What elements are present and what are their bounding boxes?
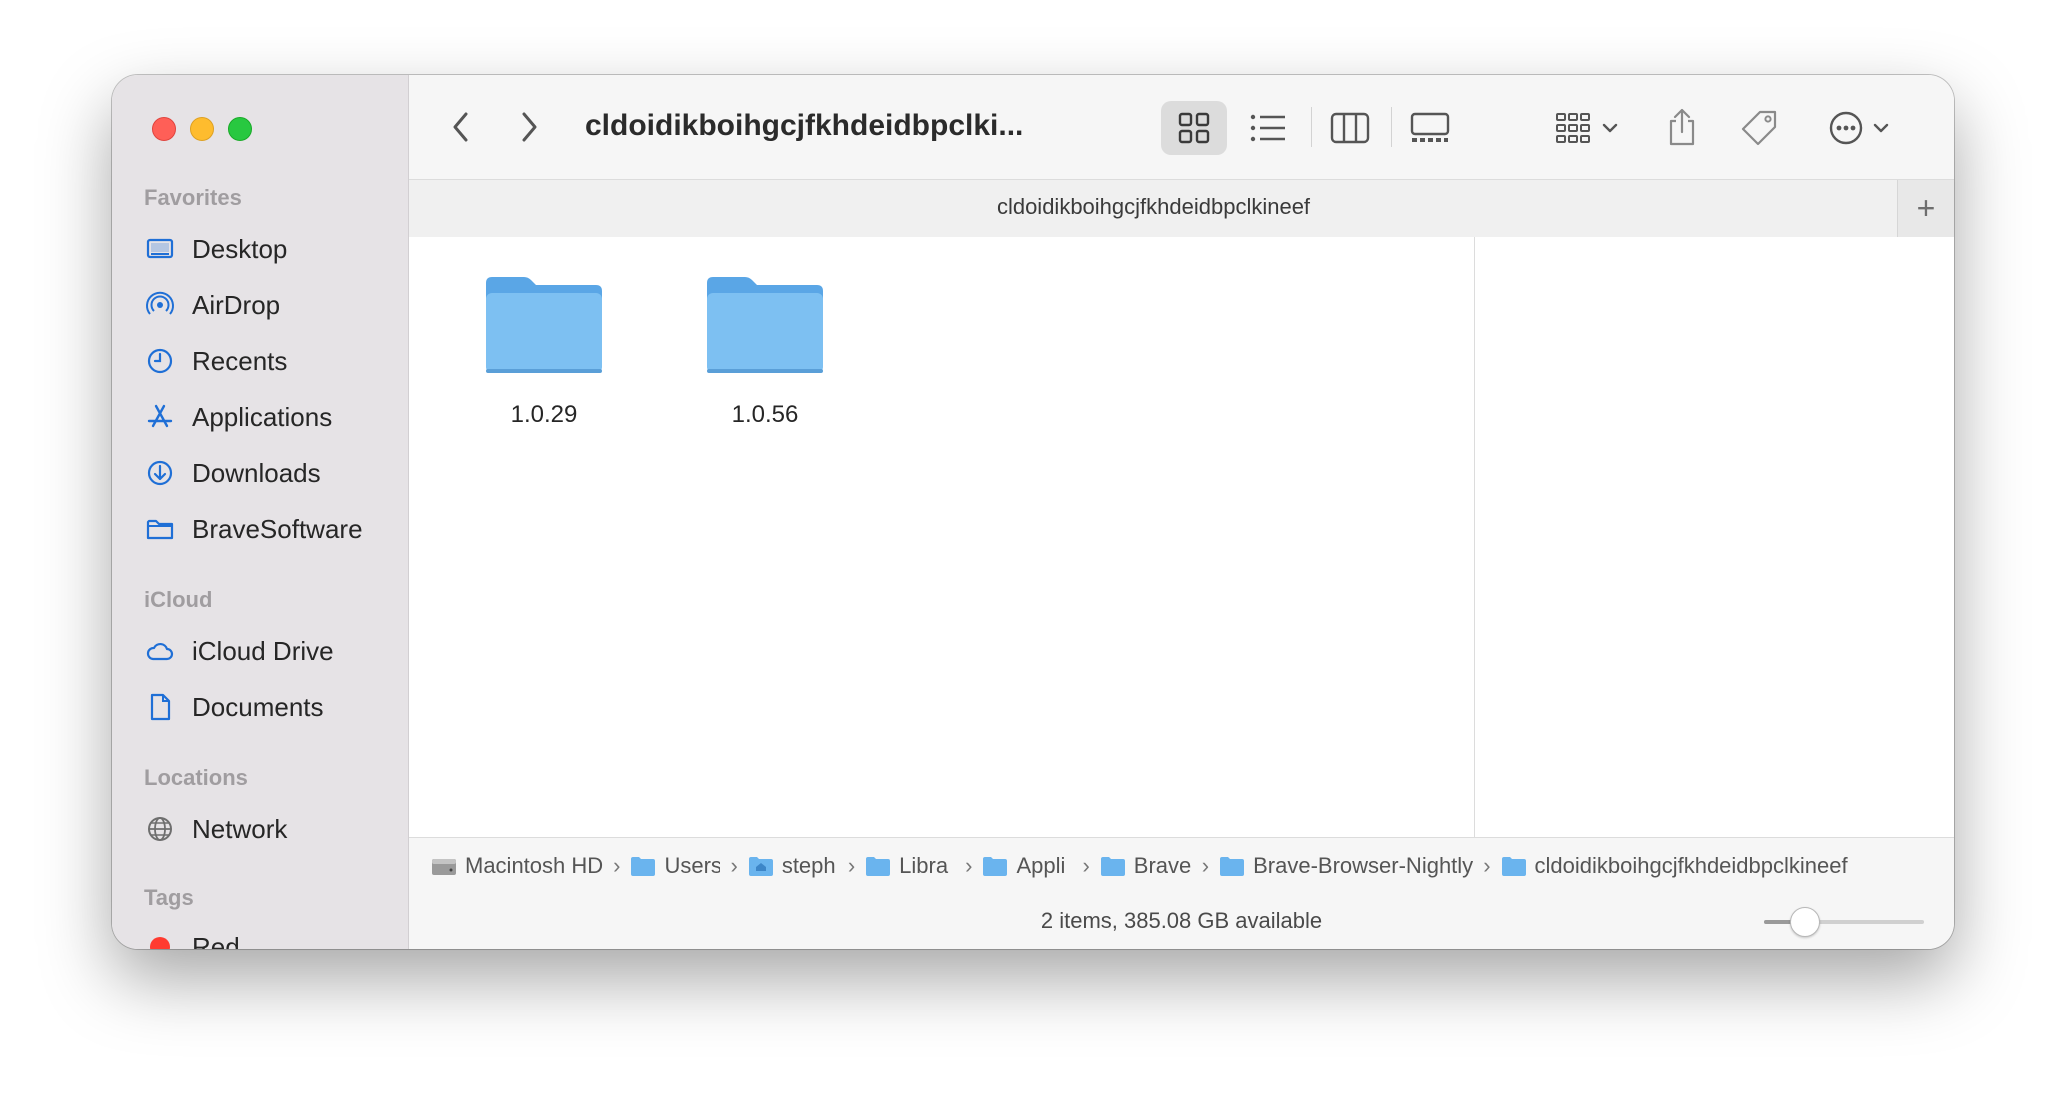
- sidebar-item-label: Desktop: [192, 233, 288, 264]
- folder-icon: [1100, 855, 1126, 877]
- home-folder-icon: [748, 855, 774, 877]
- sidebar-item-icloud-drive[interactable]: iCloud Drive: [144, 629, 394, 673]
- desktop-icon: [144, 233, 176, 265]
- sidebar-item-label: Applications: [192, 401, 333, 432]
- path-crumb-macintosh-hd[interactable]: Macintosh HD ›: [431, 853, 630, 879]
- path-crumb-application-support[interactable]: Appli ›: [982, 853, 1099, 879]
- column-view-button[interactable]: [1317, 101, 1383, 155]
- sidebar-item-desktop[interactable]: Desktop: [144, 227, 394, 271]
- path-crumb-brave-browser-nightly[interactable]: Brave-Browser-Nightly ›: [1219, 853, 1500, 879]
- preview-pane: [1474, 237, 1954, 837]
- applications-icon: [144, 401, 176, 433]
- toolbar: cldoidikboihgcjfkhdeidbpclki...: [409, 75, 1954, 179]
- share-button[interactable]: [1659, 99, 1705, 155]
- path-crumb-home[interactable]: steph ›: [748, 853, 865, 879]
- chevron-down-icon: [1873, 123, 1889, 133]
- sidebar-item-recents[interactable]: Recents: [144, 339, 394, 383]
- group-by-button[interactable]: [1547, 101, 1627, 155]
- sidebar-item-bravesoftware[interactable]: BraveSoftware: [144, 507, 394, 551]
- forward-button[interactable]: [509, 107, 549, 147]
- window-controls: [152, 117, 252, 141]
- folder-item[interactable]: 1.0.29: [444, 273, 644, 429]
- folder-icon: [982, 855, 1008, 877]
- sidebar-item-airdrop[interactable]: AirDrop: [144, 283, 394, 327]
- folder-icon: [630, 855, 656, 877]
- sidebar-item-label: iCloud Drive: [192, 635, 334, 666]
- tag-button[interactable]: [1735, 101, 1783, 155]
- path-bar: Macintosh HD › Users › steph › Libra › Appli…: [409, 837, 1954, 895]
- gallery-icon: [1410, 112, 1450, 142]
- tab-current[interactable]: cldoidikboihgcjfkhdeidbpclkineef: [409, 194, 1898, 220]
- sidebar-item-label: Downloads: [192, 457, 321, 488]
- finder-window: Favorites Desktop AirDrop Recents Applic…: [112, 75, 1954, 949]
- icloud-header: iCloud: [144, 587, 213, 612]
- close-button[interactable]: [152, 117, 176, 141]
- sidebar: Favorites Desktop AirDrop Recents Applic…: [112, 75, 409, 949]
- ellipsis-circle-icon: [1829, 111, 1863, 145]
- tag-icon: [1741, 110, 1777, 146]
- gallery-view-button[interactable]: [1395, 101, 1465, 155]
- share-icon: [1669, 108, 1695, 146]
- path-crumb-brave[interactable]: Brave ›: [1100, 853, 1219, 879]
- sidebar-item-label: Recents: [192, 345, 288, 376]
- status-bar: 2 items, 385.08 GB available: [409, 894, 1954, 949]
- folder-icon: [1219, 855, 1245, 877]
- path-crumb-library[interactable]: Libra ›: [865, 853, 982, 879]
- sidebar-item-downloads[interactable]: Downloads: [144, 451, 394, 495]
- folder-item[interactable]: 1.0.56: [665, 273, 865, 429]
- folder-name: 1.0.56: [731, 401, 799, 428]
- icon-size-slider[interactable]: [1764, 907, 1924, 937]
- locations-header: Locations: [144, 765, 248, 790]
- document-icon: [144, 691, 176, 723]
- red-tag-dot: [150, 937, 170, 949]
- sidebar-item-applications[interactable]: Applications: [144, 395, 394, 439]
- favorites-header: Favorites: [144, 185, 242, 210]
- chevron-down-icon: [1602, 123, 1618, 133]
- folder-icon: [707, 277, 823, 373]
- list-view-button[interactable]: [1235, 101, 1301, 155]
- airdrop-icon: [144, 289, 176, 321]
- new-tab-button[interactable]: +: [1897, 180, 1954, 237]
- icon-view-button[interactable]: [1161, 101, 1227, 155]
- tags-header: Tags: [144, 885, 194, 910]
- status-text: 2 items, 385.08 GB available: [1040, 908, 1323, 933]
- folder-icon: [486, 277, 602, 373]
- sidebar-item-label: Documents: [192, 691, 324, 722]
- file-area[interactable]: 1.0.29 1.0.56: [409, 237, 1474, 837]
- path-crumb-users[interactable]: Users ›: [630, 853, 747, 879]
- clock-icon: [144, 345, 176, 377]
- group-grid-icon: [1556, 113, 1590, 143]
- cloud-icon: [144, 635, 176, 667]
- zoom-button[interactable]: [228, 117, 252, 141]
- sidebar-item-network[interactable]: Network: [144, 807, 394, 851]
- sidebar-item-label: AirDrop: [192, 289, 281, 320]
- chevron-right-icon: [522, 112, 537, 142]
- drive-icon: [431, 855, 457, 877]
- list-icon: [1250, 114, 1285, 142]
- folder-icon: [865, 855, 891, 877]
- path-crumb-current[interactable]: cldoidikboihgcjfkhdeidbpclkineef: [1501, 853, 1848, 879]
- slider-knob[interactable]: [1790, 907, 1820, 937]
- sidebar-item-documents[interactable]: Documents: [144, 685, 394, 729]
- action-button[interactable]: [1819, 101, 1899, 155]
- back-button[interactable]: [441, 107, 481, 147]
- columns-icon: [1330, 112, 1370, 144]
- folder-name: 1.0.29: [510, 401, 578, 428]
- sidebar-item-label: BraveSoftware: [192, 513, 363, 544]
- globe-icon: [144, 813, 176, 845]
- tab-bar: cldoidikboihgcjfkhdeidbpclkineef +: [409, 179, 1954, 238]
- window-title: cldoidikboihgcjfkhdeidbpclki...: [585, 109, 1024, 142]
- sidebar-item-tag-red[interactable]: Red: [144, 925, 394, 949]
- minimize-button[interactable]: [190, 117, 214, 141]
- sidebar-item-label: Network: [192, 813, 288, 844]
- chevron-left-icon: [453, 112, 468, 142]
- folder-icon: [1501, 855, 1527, 877]
- download-icon: [144, 457, 176, 489]
- folder-icon: [144, 513, 176, 545]
- grid-icon: [1178, 112, 1210, 144]
- sidebar-item-label: Red: [192, 931, 240, 950]
